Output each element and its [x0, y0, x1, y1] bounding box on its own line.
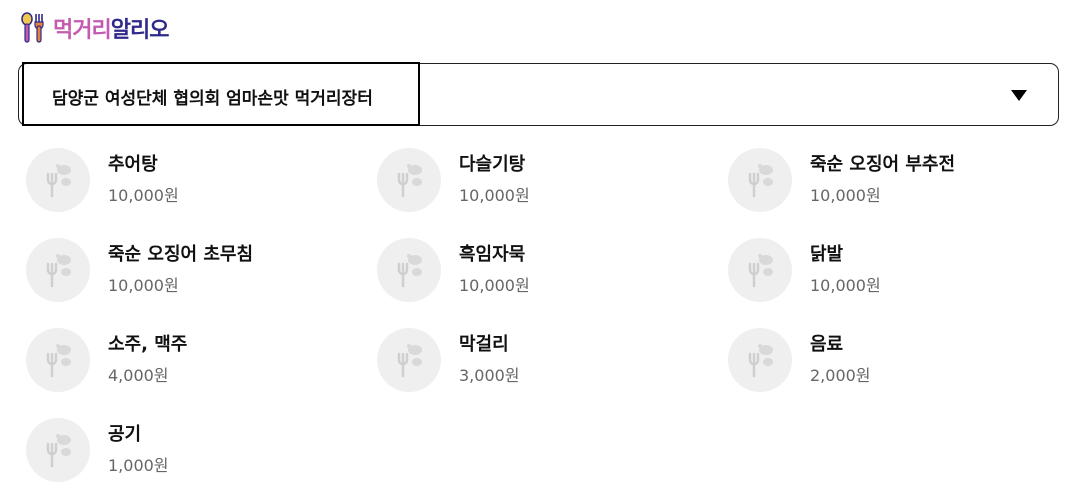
menu-item-name: 죽순 오징어 부추전: [810, 154, 956, 175]
menu-item-price: 1,000원: [108, 456, 169, 475]
utensils-icon: [21, 12, 44, 43]
menu-item-price: 3,000원: [459, 366, 520, 385]
brand-name-part1: 먹거리: [53, 18, 112, 43]
food-placeholder-icon: [377, 148, 441, 212]
food-placeholder-icon: [728, 238, 792, 302]
food-placeholder-icon: [26, 328, 90, 392]
food-placeholder-icon: [728, 148, 792, 212]
menu-item[interactable]: 음료 2,000원: [728, 328, 1058, 394]
menu-item[interactable]: 죽순 오징어 부추전 10,000원: [728, 148, 1058, 214]
brand-logo[interactable]: 먹거리알리오: [19, 11, 170, 45]
menu-item-price: 10,000원: [810, 276, 881, 295]
caret-down-icon[interactable]: [1010, 88, 1028, 102]
food-placeholder-icon: [377, 328, 441, 392]
store-select[interactable]: 담양군 여성단체 협의회 엄마손맛 먹거리장터: [18, 62, 1059, 126]
menu-item-price: 10,000원: [108, 276, 179, 295]
menu-item-name: 음료: [810, 334, 844, 355]
brand-name-part2: 알리오: [110, 18, 170, 43]
menu-item[interactable]: 다슬기탕 10,000원: [377, 148, 707, 214]
menu-item-name: 닭발: [810, 244, 844, 265]
menu-item-price: 10,000원: [459, 276, 530, 295]
menu-item-price: 10,000원: [459, 186, 530, 205]
menu-item-name: 다슬기탕: [459, 154, 526, 175]
menu-item[interactable]: 흑임자묵 10,000원: [377, 238, 707, 304]
menu-item-name: 공기: [108, 424, 142, 445]
menu-item-name: 소주, 맥주: [108, 334, 188, 355]
menu-item-name: 죽순 오징어 초무침: [108, 244, 254, 265]
menu-item[interactable]: 소주, 맥주 4,000원: [26, 328, 356, 394]
food-placeholder-icon: [26, 238, 90, 302]
menu-item[interactable]: 공기 1,000원: [26, 418, 356, 484]
food-placeholder-icon: [728, 328, 792, 392]
menu-item[interactable]: 죽순 오징어 초무침 10,000원: [26, 238, 356, 304]
menu-item[interactable]: 닭발 10,000원: [728, 238, 1058, 304]
food-placeholder-icon: [26, 148, 90, 212]
menu-item[interactable]: 추어탕 10,000원: [26, 148, 356, 214]
food-placeholder-icon: [26, 418, 90, 482]
food-placeholder-icon: [377, 238, 441, 302]
store-select-value: 담양군 여성단체 협의회 엄마손맛 먹거리장터: [52, 89, 373, 109]
menu-item-price: 4,000원: [108, 366, 169, 385]
menu-item[interactable]: 막걸리 3,000원: [377, 328, 707, 394]
brand-name: 먹거리알리오: [53, 12, 170, 44]
menu-item-name: 추어탕: [108, 154, 158, 175]
menu-item-price: 10,000원: [108, 186, 179, 205]
menu-item-price: 2,000원: [810, 366, 871, 385]
menu-item-name: 막걸리: [459, 334, 509, 355]
menu-item-name: 흑임자묵: [459, 244, 526, 265]
menu-item-price: 10,000원: [810, 186, 881, 205]
